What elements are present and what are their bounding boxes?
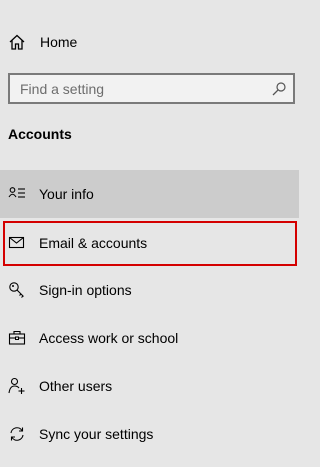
sidebar-item-access-work-school[interactable]: Access work or school bbox=[0, 314, 299, 362]
sidebar-item-label: Your info bbox=[39, 186, 94, 202]
home-nav-item[interactable]: Home bbox=[0, 22, 299, 62]
sidebar-item-sync-settings[interactable]: Sync your settings bbox=[0, 410, 299, 458]
sidebar-item-sign-in-options[interactable]: Sign-in options bbox=[0, 266, 299, 314]
key-icon bbox=[8, 281, 26, 299]
sidebar-item-your-info[interactable]: Your info bbox=[0, 170, 299, 218]
section-title: Accounts bbox=[8, 126, 72, 142]
add-person-icon bbox=[8, 377, 26, 395]
briefcase-icon bbox=[8, 329, 26, 347]
home-icon bbox=[8, 33, 26, 51]
home-label: Home bbox=[40, 34, 78, 50]
settings-sidebar: Home Accounts Your info bbox=[0, 0, 299, 467]
search-box[interactable] bbox=[8, 73, 295, 104]
sidebar-item-label: Access work or school bbox=[39, 330, 179, 346]
highlight-annotation-box bbox=[3, 221, 297, 266]
search-icon[interactable] bbox=[271, 81, 287, 97]
search-input[interactable] bbox=[10, 75, 260, 102]
sidebar-item-label: Sync your settings bbox=[39, 426, 154, 442]
person-list-icon bbox=[8, 185, 26, 203]
sidebar-item-label: Other users bbox=[39, 378, 113, 394]
sync-icon bbox=[8, 425, 26, 443]
sidebar-item-other-users[interactable]: Other users bbox=[0, 362, 299, 410]
sidebar-item-label: Sign-in options bbox=[39, 282, 132, 298]
